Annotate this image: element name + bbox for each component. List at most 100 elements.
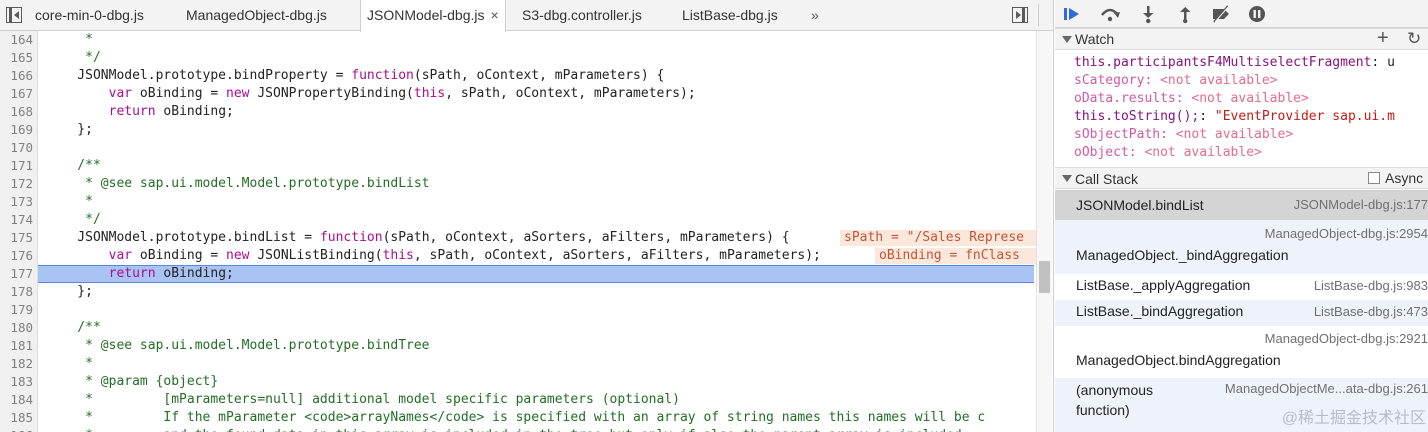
watch-expression[interactable]: sObjectPath: <not available> bbox=[1074, 126, 1424, 143]
code-line[interactable]: 173 * bbox=[0, 193, 1053, 211]
line-number[interactable]: 171 bbox=[0, 157, 38, 175]
watch-expression[interactable]: this.toString();: "EventProvider sap.ui.… bbox=[1074, 108, 1424, 125]
line-number[interactable]: 165 bbox=[0, 49, 38, 67]
add-watch-icon[interactable]: + bbox=[1377, 27, 1389, 50]
watch-expression[interactable]: oData.results: <not available> bbox=[1074, 90, 1424, 107]
call-frame[interactable]: ListBase._bindAggregation ListBase-dbg.js… bbox=[1055, 300, 1428, 326]
watch-expression[interactable]: sCategory: <not available> bbox=[1074, 72, 1424, 89]
code-token: new bbox=[226, 248, 250, 263]
async-checkbox[interactable] bbox=[1368, 172, 1380, 184]
watch-separator: : bbox=[1160, 127, 1176, 142]
tab-managedobject[interactable]: ManagedObject-dbg.js bbox=[186, 0, 327, 31]
code-line[interactable]: 165 */ bbox=[0, 49, 1053, 67]
code-line[interactable]: 180 /** bbox=[0, 319, 1053, 337]
code-line[interactable]: 166 JSONModel.prototype.bindProperty = f… bbox=[0, 67, 1053, 85]
line-number[interactable]: 169 bbox=[0, 121, 38, 139]
call-frame[interactable]: ManagedObject.bindAggregation ManagedObje… bbox=[1055, 326, 1428, 378]
code-text: * and the found data in this array is in… bbox=[46, 427, 962, 432]
line-number[interactable]: 179 bbox=[0, 301, 38, 319]
code-area[interactable]: 164 * 165 */166 JSONModel.prototype.bindP… bbox=[0, 31, 1053, 432]
code-line[interactable]: 176 var oBinding = new JSONListBinding(t… bbox=[0, 247, 1053, 265]
tab-s3-controller[interactable]: S3-dbg.controller.js bbox=[522, 0, 642, 31]
call-frame-function: ManagedObject.bindAggregation bbox=[1076, 352, 1281, 368]
code-token: */ bbox=[46, 212, 101, 227]
watch-section-header[interactable]: Watch + ↻ bbox=[1055, 27, 1428, 50]
code-line[interactable]: 184 * [mParameters=null] additional mode… bbox=[0, 391, 1053, 409]
deactivate-breakpoints-icon[interactable] bbox=[1210, 4, 1232, 24]
line-number[interactable]: 177 bbox=[0, 265, 38, 283]
line-number[interactable]: 176 bbox=[0, 247, 38, 265]
toggle-debugger-icon[interactable] bbox=[1012, 7, 1028, 23]
line-number[interactable]: 174 bbox=[0, 211, 38, 229]
line-number[interactable]: 180 bbox=[0, 319, 38, 337]
step-out-icon[interactable] bbox=[1174, 4, 1196, 24]
line-number[interactable]: 182 bbox=[0, 355, 38, 373]
refresh-watch-icon[interactable]: ↻ bbox=[1407, 29, 1421, 49]
scrollbar-thumb[interactable] bbox=[1039, 261, 1050, 293]
tab-listbase[interactable]: ListBase-dbg.js bbox=[682, 0, 778, 31]
call-frame-location[interactable]: ManagedObject-dbg.js:2954 bbox=[1265, 226, 1428, 241]
code-line[interactable]: 175 JSONModel.prototype.bindList = funct… bbox=[0, 229, 1053, 247]
code-text: */ bbox=[46, 49, 101, 67]
line-number[interactable]: 175 bbox=[0, 229, 38, 247]
line-number[interactable]: 178 bbox=[0, 283, 38, 301]
code-line[interactable]: 169 }; bbox=[0, 121, 1053, 139]
code-line[interactable]: 182 * bbox=[0, 355, 1053, 373]
current-execution-line[interactable]: 177 return oBinding; bbox=[0, 265, 1053, 283]
line-number[interactable]: 185 bbox=[0, 409, 38, 427]
code-text: return oBinding; bbox=[46, 265, 234, 283]
toggle-navigator-icon[interactable] bbox=[6, 7, 22, 23]
call-frame-location[interactable]: ListBase-dbg.js:983 bbox=[1314, 278, 1428, 293]
code-line[interactable]: 170 bbox=[0, 139, 1053, 157]
line-number[interactable]: 173 bbox=[0, 193, 38, 211]
code-line[interactable]: 171 /** bbox=[0, 157, 1053, 175]
code-line[interactable]: 178 }; bbox=[0, 283, 1053, 301]
call-frame[interactable]: ManagedObject._bindAggregation ManagedObj… bbox=[1055, 220, 1428, 274]
code-line[interactable]: 167 var oBinding = new JSONPropertyBindi… bbox=[0, 85, 1053, 103]
code-token: this bbox=[413, 86, 446, 101]
line-number[interactable]: 186 bbox=[0, 427, 38, 432]
expand-arrow-icon[interactable] bbox=[1062, 36, 1072, 43]
code-token: /** bbox=[46, 320, 101, 335]
call-frame-function: ListBase._applyAggregation bbox=[1076, 277, 1251, 293]
code-token: * bbox=[46, 356, 93, 371]
code-line[interactable]: 181 * @see sap.ui.model.Model.prototype.… bbox=[0, 337, 1053, 355]
more-tabs-icon[interactable]: » bbox=[811, 0, 819, 30]
pause-on-exceptions-icon[interactable] bbox=[1246, 4, 1268, 24]
tab-core-min[interactable]: core-min-0-dbg.js bbox=[35, 0, 144, 31]
call-frame-location[interactable]: ListBase-dbg.js:473 bbox=[1314, 304, 1428, 319]
expand-arrow-icon[interactable] bbox=[1062, 175, 1072, 182]
code-line[interactable]: 168 return oBinding; bbox=[0, 103, 1053, 121]
code-line[interactable]: 179 bbox=[0, 301, 1053, 319]
step-into-icon[interactable] bbox=[1137, 4, 1159, 24]
code-line[interactable]: 186 * and the found data in this array i… bbox=[0, 427, 1053, 432]
close-tab-icon[interactable]: × bbox=[491, 7, 499, 23]
line-number[interactable]: 168 bbox=[0, 103, 38, 121]
async-label: Async bbox=[1385, 170, 1424, 186]
call-frame-location[interactable]: ManagedObject-dbg.js:2921 bbox=[1265, 331, 1428, 346]
step-over-icon[interactable] bbox=[1099, 4, 1121, 24]
code-line[interactable]: 174 */ bbox=[0, 211, 1053, 229]
line-number[interactable]: 164 bbox=[0, 31, 38, 49]
callstack-section-header[interactable]: Call Stack Async bbox=[1055, 167, 1428, 189]
line-number[interactable]: 172 bbox=[0, 175, 38, 193]
code-line[interactable]: 183 * @param {object} bbox=[0, 373, 1053, 391]
tab-jsonmodel[interactable]: JSONModel-dbg.js × bbox=[360, 0, 506, 32]
watch-expression[interactable]: oObject: <not available> bbox=[1074, 144, 1424, 161]
code-line[interactable]: 164 * bbox=[0, 31, 1053, 49]
line-number[interactable]: 167 bbox=[0, 85, 38, 103]
line-number[interactable]: 184 bbox=[0, 391, 38, 409]
call-frame[interactable]: ListBase._applyAggregation ListBase-dbg.j… bbox=[1055, 274, 1428, 300]
watch-expression[interactable]: this.participantsF4MultiselectFragment: … bbox=[1074, 54, 1424, 71]
line-number[interactable]: 166 bbox=[0, 67, 38, 85]
call-frame-selected[interactable]: JSONModel.bindList JSONModel-dbg.js:177 bbox=[1055, 190, 1428, 220]
resume-icon[interactable] bbox=[1061, 4, 1083, 24]
call-frame-location[interactable]: JSONModel-dbg.js:177 bbox=[1294, 197, 1428, 212]
line-number[interactable]: 181 bbox=[0, 337, 38, 355]
line-number[interactable]: 170 bbox=[0, 139, 38, 157]
code-line[interactable]: 185 * If the mParameter <code>arrayNames… bbox=[0, 409, 1053, 427]
editor-scrollbar[interactable] bbox=[1036, 31, 1052, 432]
call-frame-location[interactable]: ManagedObjectMe...ata-dbg.js:261 bbox=[1225, 381, 1428, 396]
line-number[interactable]: 183 bbox=[0, 373, 38, 391]
code-line[interactable]: 172 * @see sap.ui.model.Model.prototype.… bbox=[0, 175, 1053, 193]
